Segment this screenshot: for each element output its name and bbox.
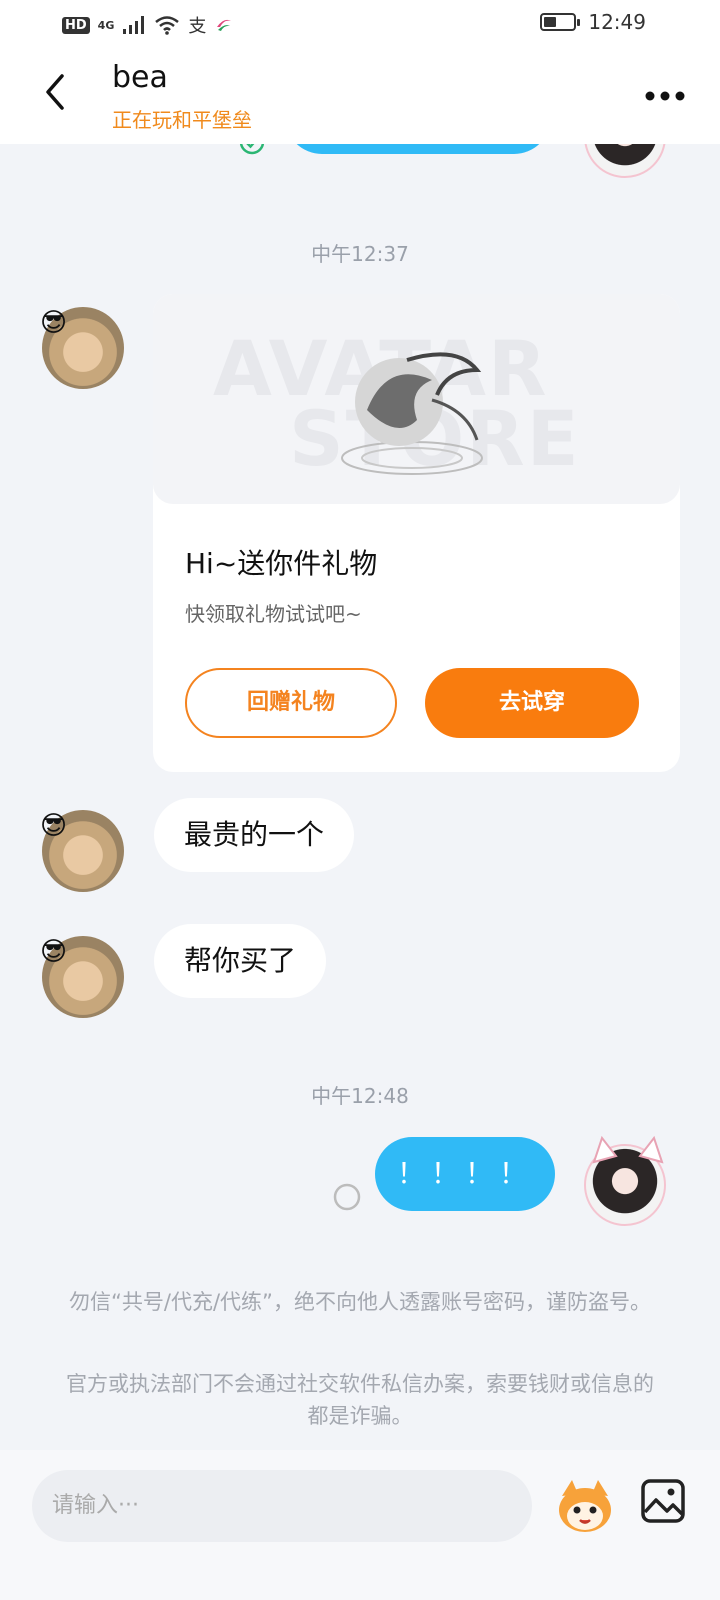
timestamp-divider: 中午12:48 <box>311 1084 409 1108</box>
sunglasses-emoji-icon: 😎 <box>40 308 68 338</box>
status-time: 12:49 <box>588 10 646 34</box>
chat-header: bea 正在玩和平堡垒 <box>0 48 720 144</box>
contact-game-status: 正在玩和平堡垒 <box>112 108 252 132</box>
network-type: 4G <box>97 18 115 32</box>
more-options-button[interactable] <box>640 78 690 114</box>
status-left: HD 4G 支 <box>62 12 234 38</box>
received-message-bubble[interactable]: 帮你买了 <box>154 924 327 998</box>
gift-item-image <box>341 352 483 475</box>
gift-image: AVATAR STORE <box>153 294 680 504</box>
chevron-left-icon <box>46 74 64 110</box>
mascot-emoji-icon[interactable] <box>554 1476 616 1536</box>
more-icon <box>645 91 685 101</box>
gift-title: Hi~送你件礼物 <box>185 547 378 580</box>
sent-message-bubble[interactable]: ！！！！ <box>375 1137 555 1211</box>
back-button[interactable] <box>36 70 80 118</box>
alipay-icon: 支 <box>188 16 207 37</box>
message-input[interactable]: 请输入··· <box>32 1470 532 1542</box>
signal-icon <box>123 16 145 34</box>
battery-icon <box>540 13 581 31</box>
hd-badge: HD <box>62 16 90 34</box>
timestamp-divider: 中午12:37 <box>311 242 409 266</box>
gift-subtitle: 快领取礼物试试吧~ <box>185 602 362 626</box>
self-avatar-partial[interactable] <box>584 144 666 178</box>
try-on-button[interactable]: 去试穿 <box>425 668 639 738</box>
received-message-bubble[interactable]: 最贵的一个 <box>154 798 355 872</box>
china-mobile-icon <box>217 19 232 31</box>
wifi-icon <box>155 16 180 35</box>
chat-area[interactable]: 中午12:37 😎 AVATAR STORE Hi~送你件礼物 快领取礼物试试吧… <box>0 144 720 1450</box>
anti-fraud-notice: 勿信“共号/代充/代练”，绝不向他人透露账号密码，谨防盗号。 <box>69 1290 651 1314</box>
sent-check-icon <box>239 144 265 155</box>
cat-ears-decoration-icon <box>592 1135 664 1164</box>
unread-status-icon <box>333 1183 361 1211</box>
status-bar: HD 4G 支 12:49 <box>0 0 720 48</box>
partial-message-bubble[interactable] <box>285 144 551 154</box>
contact-name[interactable]: bea <box>112 60 168 95</box>
input-bar: 请输入··· <box>0 1450 720 1600</box>
anti-scam-notice: 官方或执法部门不会通过社交软件私信办案，索要钱财或信息的都是诈骗。 <box>66 1372 654 1428</box>
gift-card[interactable]: AVATAR STORE Hi~送你件礼物 快领取礼物试试吧~ 回赠礼物 去试穿 <box>153 294 680 772</box>
status-right: 12:49 <box>540 10 646 34</box>
image-picker-icon[interactable] <box>640 1478 686 1524</box>
return-gift-button[interactable]: 回赠礼物 <box>185 668 397 738</box>
sunglasses-emoji-icon: 😎 <box>40 811 68 841</box>
sunglasses-emoji-icon: 😎 <box>40 937 68 967</box>
